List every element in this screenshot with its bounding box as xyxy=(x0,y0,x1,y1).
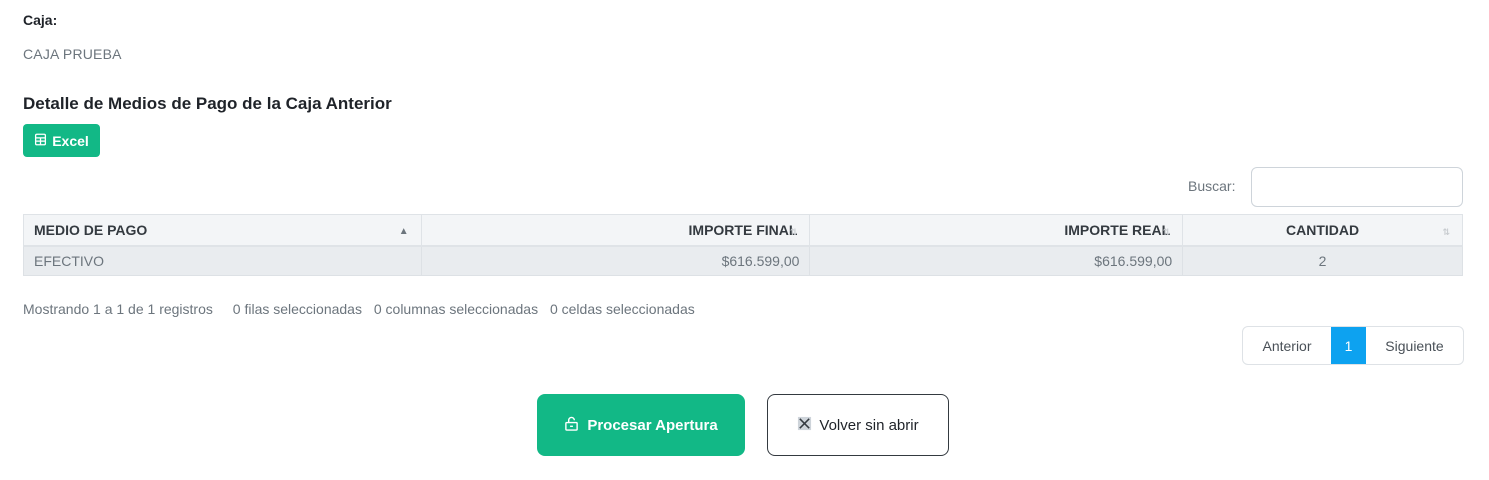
pagination-next-button[interactable]: Siguiente xyxy=(1366,327,1463,364)
caja-value: CAJA PRUEBA xyxy=(23,46,122,62)
table-header-row: MEDIO DE PAGO ▲ IMPORTE FINAL ⇅ IMPORTE … xyxy=(23,214,1463,247)
excel-export-button[interactable]: Excel xyxy=(23,124,100,157)
volver-sin-abrir-button[interactable]: Volver sin abrir xyxy=(767,394,949,456)
rows-selected-info: 0 filas seleccionadas xyxy=(232,301,362,317)
pagination-prev-button[interactable]: Anterior xyxy=(1243,327,1331,364)
cell-importe-final: $616.599,00 xyxy=(420,245,811,276)
close-icon xyxy=(797,416,812,435)
procesar-apertura-button[interactable]: Procesar Apertura xyxy=(537,394,745,456)
pagination: Anterior 1 Siguiente xyxy=(1242,326,1464,365)
sort-icon: ⇅ xyxy=(1442,227,1450,237)
column-header-cantidad[interactable]: CANTIDAD ⇅ xyxy=(1182,214,1463,247)
table-row[interactable]: EFECTIVO $616.599,00 $616.599,00 2 xyxy=(23,245,1463,276)
search-input[interactable] xyxy=(1251,167,1463,207)
pagination-page-1[interactable]: 1 xyxy=(1331,327,1366,364)
records-info: Mostrando 1 a 1 de 1 registros xyxy=(23,301,213,317)
cell-cantidad: 2 xyxy=(1182,245,1463,276)
table-info: Mostrando 1 a 1 de 1 registros 0 filas s… xyxy=(23,301,703,317)
caja-label: Caja: xyxy=(23,12,58,28)
sort-asc-icon: ▲ xyxy=(398,226,409,237)
column-header-medio-pago[interactable]: MEDIO DE PAGO ▲ xyxy=(23,214,422,247)
volver-sin-abrir-label: Volver sin abrir xyxy=(819,416,919,434)
columns-selected-info: 0 columnas seleccionadas xyxy=(373,301,539,317)
sort-icon: ⇅ xyxy=(1162,227,1171,237)
payment-methods-table: MEDIO DE PAGO ▲ IMPORTE FINAL ⇅ IMPORTE … xyxy=(23,214,1463,276)
search-label: Buscar: xyxy=(1188,178,1236,194)
file-excel-icon xyxy=(34,133,47,149)
procesar-apertura-label: Procesar Apertura xyxy=(587,416,718,434)
cells-selected-info: 0 celdas seleccionadas xyxy=(549,301,695,317)
cell-importe-real: $616.599,00 xyxy=(809,245,1184,276)
cell-medio-pago: EFECTIVO xyxy=(23,245,422,276)
section-title: Detalle de Medios de Pago de la Caja Ant… xyxy=(23,94,392,113)
sort-icon: ⇅ xyxy=(789,227,798,237)
excel-button-label: Excel xyxy=(52,132,89,149)
unlock-icon xyxy=(564,416,579,435)
column-header-importe-real[interactable]: IMPORTE REAL ⇅ xyxy=(809,214,1184,247)
column-header-importe-final[interactable]: IMPORTE FINAL ⇅ xyxy=(420,214,811,247)
